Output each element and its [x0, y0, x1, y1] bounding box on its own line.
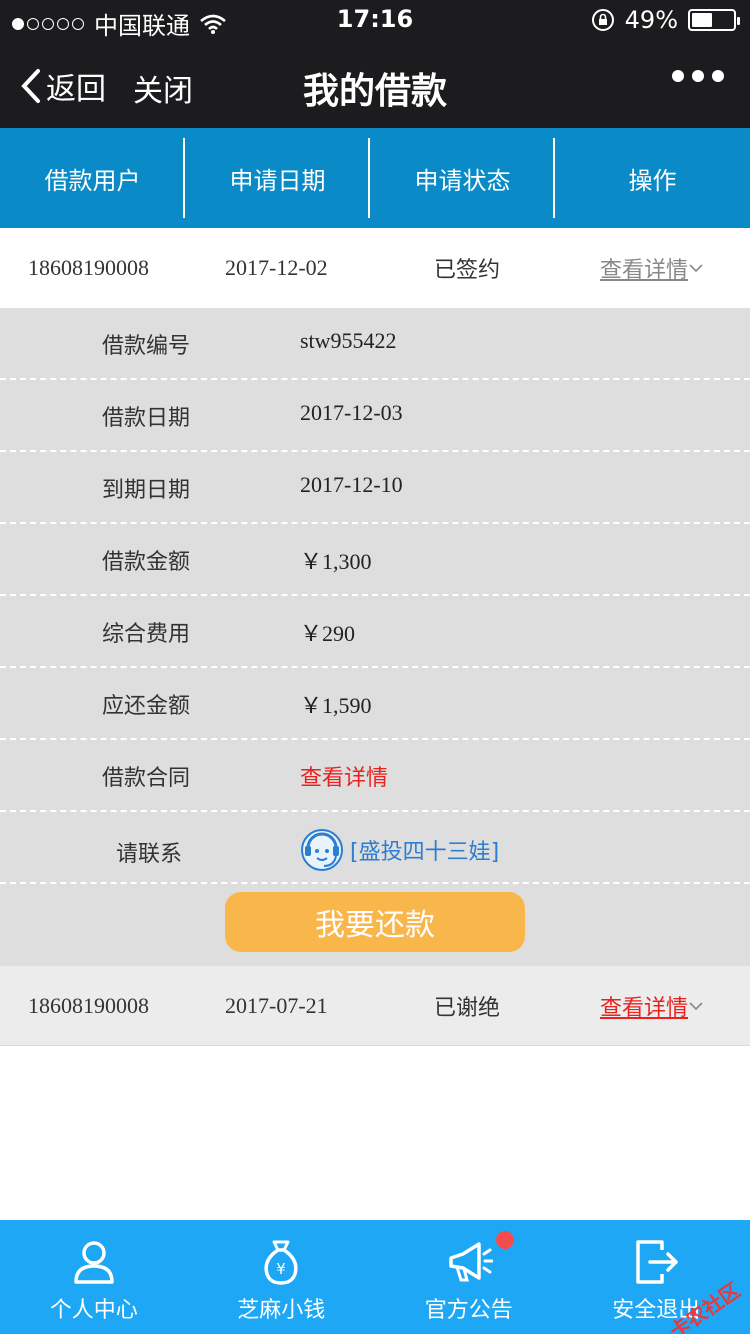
- detail-row-loan-amount: 借款金额 ￥1,300: [0, 524, 750, 596]
- detail-label: 综合费用: [102, 622, 191, 647]
- view-details-link[interactable]: 查看详情: [600, 990, 704, 1022]
- view-details-label: 查看详情: [600, 258, 689, 283]
- notification-badge: [496, 1231, 514, 1249]
- view-details-link[interactable]: 查看详情: [600, 252, 704, 284]
- contract-details-link[interactable]: 查看详情: [300, 760, 388, 792]
- column-header-action: 操作: [628, 166, 677, 195]
- contact-name: [盛投四十三娃]: [350, 840, 500, 865]
- page-title: 我的借款: [302, 71, 447, 112]
- loan-details-panel: 借款编号 stw955422 借款日期 2017-12-03 到期日期 2017…: [0, 308, 750, 966]
- detail-row-due-date: 到期日期 2017-12-10: [0, 452, 750, 524]
- row-date: 2017-12-02: [225, 255, 328, 280]
- column-header-user: 借款用户: [0, 128, 185, 228]
- svg-text:¥: ¥: [276, 1260, 286, 1278]
- detail-row-loan-number: 借款编号 stw955422: [0, 308, 750, 380]
- battery-percent: 49%: [624, 6, 678, 34]
- status-right: 49%: [591, 6, 740, 34]
- row-status: 已谢绝: [434, 995, 501, 1021]
- chevron-down-icon: [689, 1001, 703, 1010]
- detail-value: ￥1,300: [300, 549, 372, 574]
- detail-value: ￥1,590: [300, 693, 372, 718]
- tab-label: 芝麻小钱: [237, 1298, 326, 1323]
- detail-label: 到期日期: [102, 478, 191, 503]
- detail-label: 借款日期: [102, 406, 191, 431]
- rotation-lock-icon: [591, 9, 614, 31]
- person-icon: [74, 1241, 114, 1284]
- column-header-status: 申请状态: [370, 128, 555, 228]
- detail-value: 2017-12-10: [300, 472, 403, 497]
- table-row: 18608190008 2017-12-02 已签约 查看详情: [0, 228, 750, 308]
- row-date: 2017-07-21: [225, 992, 328, 1018]
- repay-button[interactable]: 我要还款: [225, 892, 525, 952]
- megaphone-icon: [449, 1242, 493, 1282]
- detail-label: 请联系: [116, 842, 183, 867]
- customer-service-avatar-icon: [301, 829, 343, 871]
- more-options-icon[interactable]: [672, 70, 724, 82]
- tab-personal-center[interactable]: 个人中心: [0, 1220, 188, 1334]
- detail-value: 2017-12-03: [300, 400, 403, 425]
- status-bar: 中国联通 17:16 49%: [0, 0, 750, 40]
- detail-row-contract: 借款合同 查看详情: [0, 740, 750, 812]
- tab-sesame-money[interactable]: ¥ 芝麻小钱: [188, 1220, 376, 1334]
- row-user: 18608190008: [28, 255, 149, 280]
- tab-label: 个人中心: [49, 1298, 138, 1323]
- detail-row-repayment-amount: 应还金额 ￥1,590: [0, 668, 750, 740]
- bottom-tab-bar: 个人中心 ¥ 芝麻小钱 官方公告 安全退出: [0, 1220, 750, 1334]
- tab-logout[interactable]: 安全退出: [563, 1220, 750, 1334]
- table-row: 18608190008 2017-07-21 已谢绝 查看详情: [0, 966, 750, 1046]
- detail-row-fees: 综合费用 ￥290: [0, 596, 750, 668]
- table-header: 借款用户 申请日期 申请状态 操作: [0, 128, 750, 228]
- contact-link[interactable]: [盛投四十三娃]: [300, 828, 499, 872]
- row-user: 18608190008: [28, 992, 149, 1018]
- tab-announcements[interactable]: 官方公告: [375, 1220, 563, 1334]
- tab-label: 官方公告: [424, 1298, 513, 1323]
- detail-row-contact: 请联系 [盛投四十三娃]: [0, 812, 750, 884]
- battery-icon: [688, 9, 740, 31]
- money-bag-icon: ¥: [264, 1240, 298, 1285]
- nav-bar: 返回 关闭 我的借款: [0, 40, 750, 128]
- view-details-label: 查看详情: [600, 995, 689, 1021]
- detail-label: 借款金额: [102, 550, 191, 575]
- chevron-down-icon: [689, 264, 703, 273]
- detail-label: 借款编号: [102, 334, 191, 359]
- row-status: 已签约: [434, 258, 501, 283]
- detail-row-loan-date: 借款日期 2017-12-03: [0, 380, 750, 452]
- detail-label: 应还金额: [102, 694, 191, 719]
- detail-value: ￥290: [300, 621, 356, 646]
- column-header-date: 申请日期: [185, 128, 370, 228]
- detail-label: 借款合同: [102, 766, 191, 791]
- detail-value: stw955422: [300, 328, 397, 353]
- logout-icon: [636, 1240, 678, 1284]
